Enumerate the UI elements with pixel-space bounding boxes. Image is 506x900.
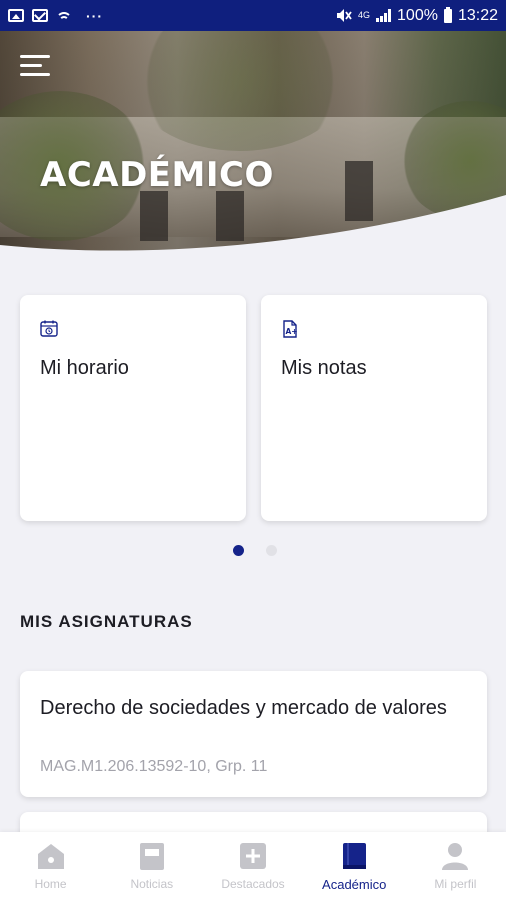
quick-card-mis-notas[interactable]: A+ Mis notas (261, 295, 487, 521)
quick-card-label: Mis notas (281, 357, 367, 379)
wifi-calling-icon (56, 9, 72, 23)
subject-code: MAG.M1.206.13592-10, Grp. 11 (40, 758, 268, 775)
book-icon (343, 843, 367, 869)
nav-item-academico[interactable]: Académico (304, 832, 405, 900)
subject-name: Derecho de sociedades y mercado de valor… (40, 697, 447, 719)
mail-notification-icon (32, 9, 48, 22)
nav-item-mi-perfil[interactable]: Mi perfil (405, 832, 506, 900)
more-notifications-icon: ··· (86, 7, 103, 24)
nav-label: Home (34, 877, 67, 891)
pager-dot-active[interactable] (233, 545, 244, 556)
mute-icon (337, 9, 352, 22)
nav-label: Académico (322, 877, 387, 892)
nav-item-home[interactable]: Home (0, 832, 101, 900)
section-title: MIS ASIGNATURAS (20, 612, 193, 631)
home-icon (37, 844, 64, 869)
user-icon (442, 843, 469, 870)
page-title: ACADÉMICO (40, 155, 274, 195)
plus-square-icon (240, 843, 266, 869)
calendar-clock-icon (40, 320, 58, 337)
header-curve (0, 195, 506, 270)
network-type-label: 4G (358, 10, 371, 20)
subject-card[interactable]: Derecho de sociedades y mercado de valor… (20, 671, 487, 797)
nav-item-noticias[interactable]: Noticias (101, 832, 202, 900)
quick-card-label: Mi horario (40, 357, 129, 379)
pager-dot[interactable] (266, 545, 277, 556)
nav-label: Destacados (221, 877, 285, 891)
signal-strength-icon (376, 9, 392, 22)
image-notification-icon (8, 9, 24, 22)
hamburger-menu-icon[interactable] (20, 53, 50, 77)
clock: 13:22 (457, 6, 498, 24)
nav-label: Mi perfil (434, 877, 477, 891)
quick-card-mi-horario[interactable]: Mi horario (20, 295, 246, 521)
battery-icon (443, 6, 452, 23)
grade-document-icon: A+ (283, 320, 298, 338)
bottom-navigation: Home Noticias Destacados Académico Mi pe… (0, 832, 506, 900)
svg-text:A+: A+ (286, 327, 298, 336)
news-icon (139, 843, 164, 870)
battery-percent: 100% (397, 6, 438, 24)
status-bar: ··· 4G 100% 13:22 (0, 0, 506, 31)
carousel-pager (0, 545, 506, 556)
nav-label: Noticias (130, 877, 174, 891)
nav-item-destacados[interactable]: Destacados (202, 832, 303, 900)
